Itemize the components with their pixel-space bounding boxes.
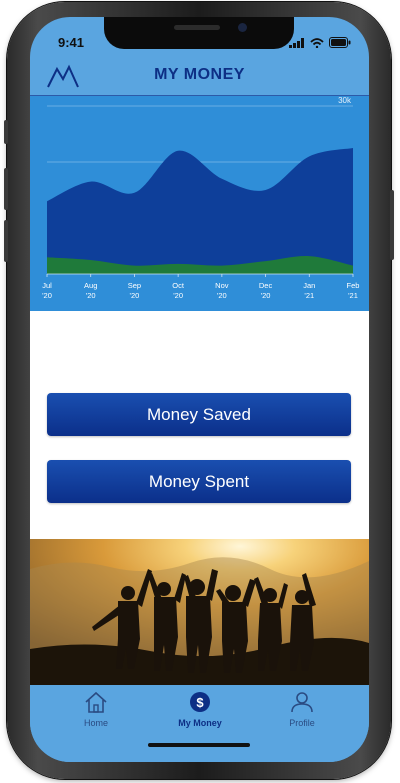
x-tick-label-year: '20 xyxy=(42,291,52,300)
tab-profile-label: Profile xyxy=(289,718,315,728)
x-tick-label: Nov xyxy=(215,281,229,290)
x-tick-label: Aug xyxy=(84,281,97,290)
speaker xyxy=(174,25,220,30)
app-header: MY MONEY xyxy=(30,57,369,96)
volume-down-button xyxy=(4,220,8,262)
x-tick-label-year: '21 xyxy=(348,291,358,300)
x-tick-label: Sep xyxy=(128,281,141,290)
status-time: 9:41 xyxy=(58,35,85,50)
volume-up-button xyxy=(4,168,8,210)
front-camera xyxy=(238,23,247,32)
x-tick-label: Jan xyxy=(303,281,315,290)
wifi-icon xyxy=(310,37,324,48)
button-section: Money Saved Money Spent xyxy=(30,311,369,539)
home-icon xyxy=(85,691,107,713)
x-tick-label-year: '20 xyxy=(261,291,271,300)
sunset-people-image xyxy=(30,539,369,685)
money-chart: 10k20k30kJul'20Aug'20Sep'20Oct'20Nov'20D… xyxy=(30,96,369,311)
x-tick-label-year: '20 xyxy=(130,291,140,300)
x-tick-label-year: '20 xyxy=(173,291,183,300)
home-indicator xyxy=(148,743,250,747)
x-tick-label-year: '21 xyxy=(304,291,314,300)
tab-my-money[interactable]: $ My Money xyxy=(160,691,240,728)
x-tick-label: Feb xyxy=(347,281,360,290)
tab-profile[interactable]: Profile xyxy=(262,691,342,728)
money-spent-button[interactable]: Money Spent xyxy=(47,460,351,503)
battery-icon xyxy=(329,37,351,48)
x-tick-label-year: '20 xyxy=(86,291,96,300)
x-tick-label: Jul xyxy=(42,281,52,290)
x-tick-label: Oct xyxy=(172,281,185,290)
x-tick-label-year: '20 xyxy=(217,291,227,300)
user-icon xyxy=(291,692,313,713)
silent-switch xyxy=(4,120,8,144)
area-chart: 10k20k30kJul'20Aug'20Sep'20Oct'20Nov'20D… xyxy=(30,96,369,311)
dollar-icon: $ xyxy=(190,692,210,712)
page-title: MY MONEY xyxy=(154,66,245,83)
tab-my-money-label: My Money xyxy=(178,718,222,728)
status-icons xyxy=(289,37,351,48)
x-tick-label: Dec xyxy=(259,281,273,290)
y-tick-label: 30k xyxy=(338,96,352,105)
svg-text:$: $ xyxy=(196,695,204,710)
notch xyxy=(104,17,294,49)
signal-icon xyxy=(289,37,304,48)
app-screen: 9:41 MY MONEY 10k20 xyxy=(30,17,369,762)
power-button xyxy=(390,190,394,260)
friends-silhouette-photo xyxy=(30,539,369,685)
money-saved-button[interactable]: Money Saved xyxy=(47,393,351,436)
tab-home-label: Home xyxy=(83,718,108,728)
tab-home[interactable]: Home xyxy=(56,691,136,728)
bottom-tab-bar: Home $ My Money Profile xyxy=(30,685,369,762)
